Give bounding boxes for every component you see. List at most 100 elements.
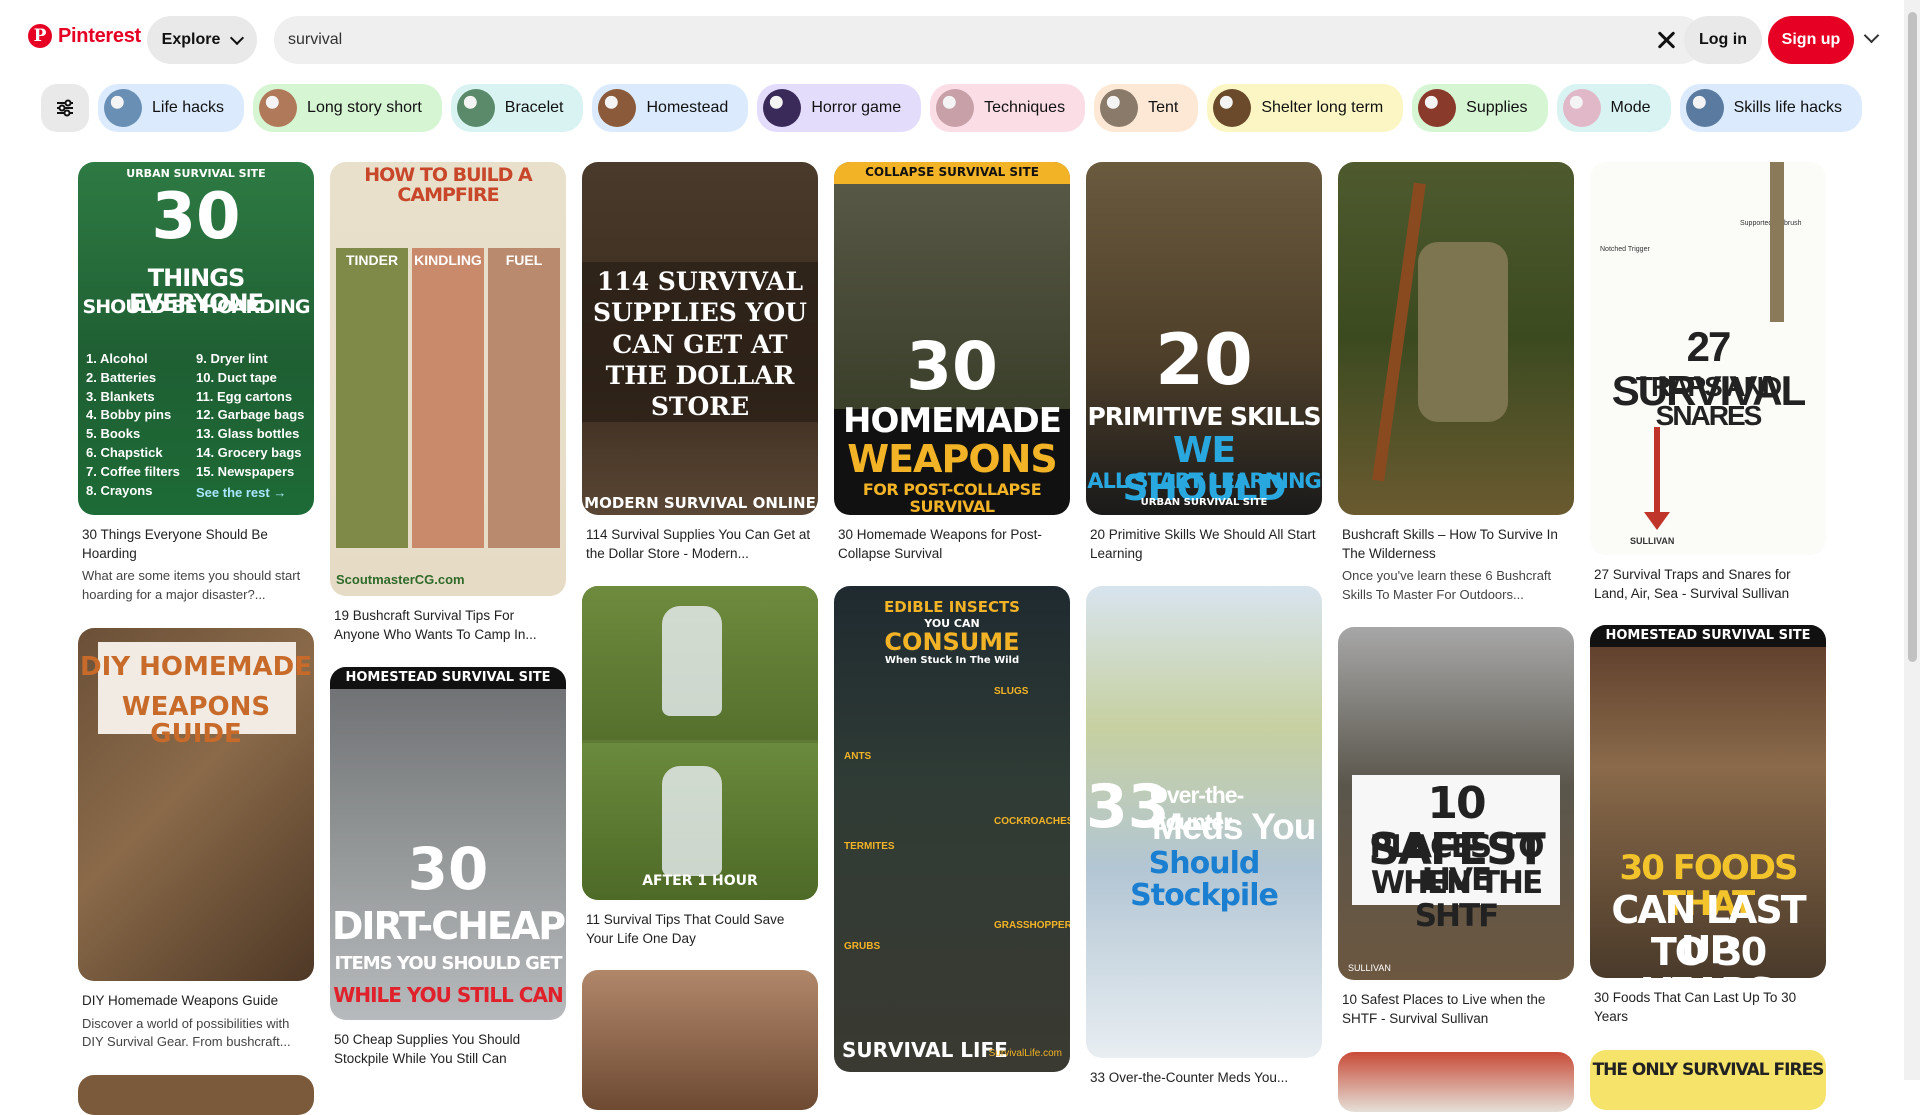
pin-card[interactable]: HOMESTEAD SURVIVAL SITE 30 DIRT-CHEAP IT… [330, 667, 566, 1068]
pin-image[interactable]: HOW TO BUILD A CAMPFIRE TINDER KINDLING … [330, 162, 566, 596]
chip-long-story-short[interactable]: Long story short [253, 84, 442, 132]
pin-image-text: TRAPS AND SNARES [1635, 371, 1782, 432]
pin-title[interactable]: 11 Survival Tips That Could Save Your Li… [586, 911, 814, 948]
explore-button[interactable]: Explore [147, 16, 257, 64]
pin-image-text: URBAN SURVIVAL SITE [126, 167, 266, 180]
pin-image-text: COCKROACHES [994, 816, 1070, 827]
pin-image-text: SLUGS [994, 686, 1029, 697]
pin-title[interactable]: 33 Over-the-Counter Meds You... [1090, 1069, 1318, 1088]
pin-image-text: SULLIVAN [1348, 963, 1391, 973]
pin-image[interactable]: COLLAPSE SURVIVAL SITE 30 HOMEMADE WEAPO… [834, 162, 1070, 515]
pin-title[interactable]: 30 Homemade Weapons for Post-Collapse Su… [838, 526, 1066, 563]
pin-title[interactable]: 20 Primitive Skills We Should All Start … [1090, 526, 1318, 563]
chip-label: Bracelet [504, 99, 564, 116]
pin-image-text: SurvivalLife.com [988, 1048, 1062, 1059]
pin-card[interactable]: AFTER 1 HOUR 11 Survival Tips That Could… [582, 586, 818, 948]
search-query[interactable]: survival [288, 31, 342, 49]
pin-card[interactable]: HOW TO BUILD A CAMPFIRE TINDER KINDLING … [330, 162, 566, 644]
signup-button[interactable]: Sign up [1768, 16, 1854, 64]
pin-image[interactable]: 33 Over-the-Counter Meds You Should Stoc… [1086, 586, 1322, 1058]
chip-homestead[interactable]: Homestead [592, 84, 749, 132]
pin-card[interactable]: EDIBLE INSECTS YOU CAN CONSUME When Stuc… [834, 586, 1070, 1072]
pin-title[interactable]: Bushcraft Skills – How To Survive In The… [1342, 526, 1570, 563]
pin-card[interactable]: Notched Trigger Supported on brush 27 SU… [1590, 162, 1826, 603]
page-scrollbar[interactable] [1904, 0, 1920, 1080]
pin-image[interactable] [1338, 162, 1574, 515]
pin-description: Once you've learn these 6 Bushcraft Skil… [1342, 568, 1552, 602]
pin-title[interactable]: 30 Foods That Can Last Up To 30 Years [1594, 989, 1822, 1026]
chip-supplies[interactable]: Supplies [1412, 84, 1548, 132]
pin-card[interactable]: THE ONLY SURVIVAL FIRES [1590, 1050, 1826, 1110]
pin-card[interactable]: 33 Over-the-Counter Meds You Should Stoc… [1086, 586, 1322, 1088]
pin-title[interactable]: 10 Safest Places to Live when the SHTF -… [1342, 991, 1570, 1028]
chip-skills-life-hacks[interactable]: Skills life hacks [1679, 84, 1863, 132]
chip-label: Tent [1148, 99, 1179, 116]
pin-image-text: Should Stockpile [1130, 846, 1279, 913]
pin-image[interactable]: URBAN SURVIVAL SITE 30 THINGS EVERYONE S… [78, 162, 314, 515]
pin-card[interactable]: 10 SAFEST PLACES TO LIVE WHEN THE SHTF S… [1338, 627, 1574, 1028]
search-input[interactable]: survival [274, 16, 1704, 64]
pin-title[interactable]: 27 Survival Traps and Snares for Land, A… [1594, 566, 1822, 603]
pin-card[interactable]: 20 PRIMITIVE SKILLS WE SHOULD ALL START … [1086, 162, 1322, 563]
pin-image-text: ScoutmasterCG.com [336, 572, 465, 587]
chip-life-hacks[interactable]: Life hacks [98, 84, 245, 132]
chip-bracelet[interactable]: Bracelet [450, 84, 584, 132]
pin-image-text: TINDER [345, 252, 399, 268]
top-nav: P Pinterest Explore survival Log in Sign… [0, 0, 1920, 80]
pin-title[interactable]: 114 Survival Supplies You Can Get at the… [586, 526, 814, 563]
pin-card[interactable] [582, 970, 818, 1110]
chip-label: Supplies [1466, 99, 1528, 116]
pin-image[interactable]: 20 PRIMITIVE SKILLS WE SHOULD ALL START … [1086, 162, 1322, 515]
pin-image[interactable]: Notched Trigger Supported on brush 27 SU… [1590, 162, 1826, 555]
pin-image-text: TO 30 YEARS [1643, 930, 1775, 978]
pin-image[interactable]: 10 SAFEST PLACES TO LIVE WHEN THE SHTF S… [1338, 627, 1574, 980]
pin-image[interactable]: HOMESTEAD SURVIVAL SITE 30 FOODS THAT CA… [1590, 625, 1826, 978]
scrollbar-thumb[interactable] [1908, 12, 1917, 662]
login-button[interactable]: Log in [1684, 16, 1762, 64]
chip-techniques[interactable]: Techniques [930, 84, 1086, 132]
pin-image-text: Meds You [1152, 806, 1316, 847]
pin-title[interactable]: DIY Homemade Weapons Guide [82, 992, 310, 1011]
filter-button[interactable] [41, 84, 89, 132]
chip-thumbnail [1100, 89, 1139, 127]
chip-shelter-long-term[interactable]: Shelter long term [1207, 84, 1404, 132]
pin-image-text: WEAPONS GUIDE [121, 692, 271, 750]
account-chevron-icon[interactable] [1863, 27, 1880, 44]
pin-card[interactable]: URBAN SURVIVAL SITE 30 THINGS EVERYONE S… [78, 162, 314, 604]
pin-image[interactable]: DIY HOMEMADE WEAPONS GUIDE [78, 628, 314, 981]
pin-image-text: Notched Trigger [1600, 246, 1650, 253]
pin-card[interactable]: HOMESTEAD SURVIVAL SITE 30 FOODS THAT CA… [1590, 625, 1826, 1026]
pin-title[interactable]: 30 Things Everyone Should Be Hoarding [82, 526, 310, 563]
pin-title[interactable]: 19 Bushcraft Survival Tips For Anyone Wh… [334, 607, 562, 644]
pin-image-text: TERMITES [844, 841, 895, 852]
pin-card[interactable] [78, 1075, 314, 1115]
pin-image-text: ALL START LEARNING [1087, 469, 1322, 493]
chip-thumbnail [763, 89, 802, 127]
clear-search-icon[interactable] [1654, 28, 1678, 52]
pin-card[interactable]: COLLAPSE SURVIVAL SITE 30 HOMEMADE WEAPO… [834, 162, 1070, 563]
chip-tent[interactable]: Tent [1094, 84, 1199, 132]
pin-image[interactable]: EDIBLE INSECTS YOU CAN CONSUME When Stuc… [834, 586, 1070, 1072]
pin-image-text: 30 [407, 835, 489, 903]
pin-card[interactable]: Bushcraft Skills – How To Survive In The… [1338, 162, 1574, 604]
chip-label: Mode [1610, 99, 1651, 116]
chip-horror-game[interactable]: Horror game [757, 84, 922, 132]
pin-title[interactable]: 50 Cheap Supplies You Should Stockpile W… [334, 1031, 562, 1068]
pin-image-text: 114 SURVIVAL SUPPLIES YOU CAN GET AT THE… [593, 267, 807, 421]
pin-image[interactable]: THE ONLY SURVIVAL FIRES [1590, 1050, 1826, 1110]
pinterest-logo[interactable]: P Pinterest [28, 24, 141, 48]
pin-card[interactable] [1338, 1052, 1574, 1112]
pin-image[interactable] [78, 1075, 314, 1115]
pin-image[interactable] [582, 970, 818, 1110]
pin-image[interactable]: HOMESTEAD SURVIVAL SITE 30 DIRT-CHEAP IT… [330, 667, 566, 1020]
pin-image[interactable]: 114 SURVIVAL SUPPLIES YOU CAN GET AT THE… [582, 162, 818, 515]
chip-thumbnail [936, 89, 975, 127]
pin-image[interactable]: AFTER 1 HOUR [582, 586, 818, 900]
pin-card[interactable]: 114 SURVIVAL SUPPLIES YOU CAN GET AT THE… [582, 162, 818, 563]
pin-image-text: CONSUME [884, 628, 1020, 656]
chip-label: Shelter long term [1261, 99, 1384, 116]
chip-mode[interactable]: Mode [1556, 84, 1671, 132]
pin-card[interactable]: DIY HOMEMADE WEAPONS GUIDE DIY Homemade … [78, 628, 314, 1052]
explore-label: Explore [161, 31, 221, 48]
pin-image[interactable] [1338, 1052, 1574, 1112]
